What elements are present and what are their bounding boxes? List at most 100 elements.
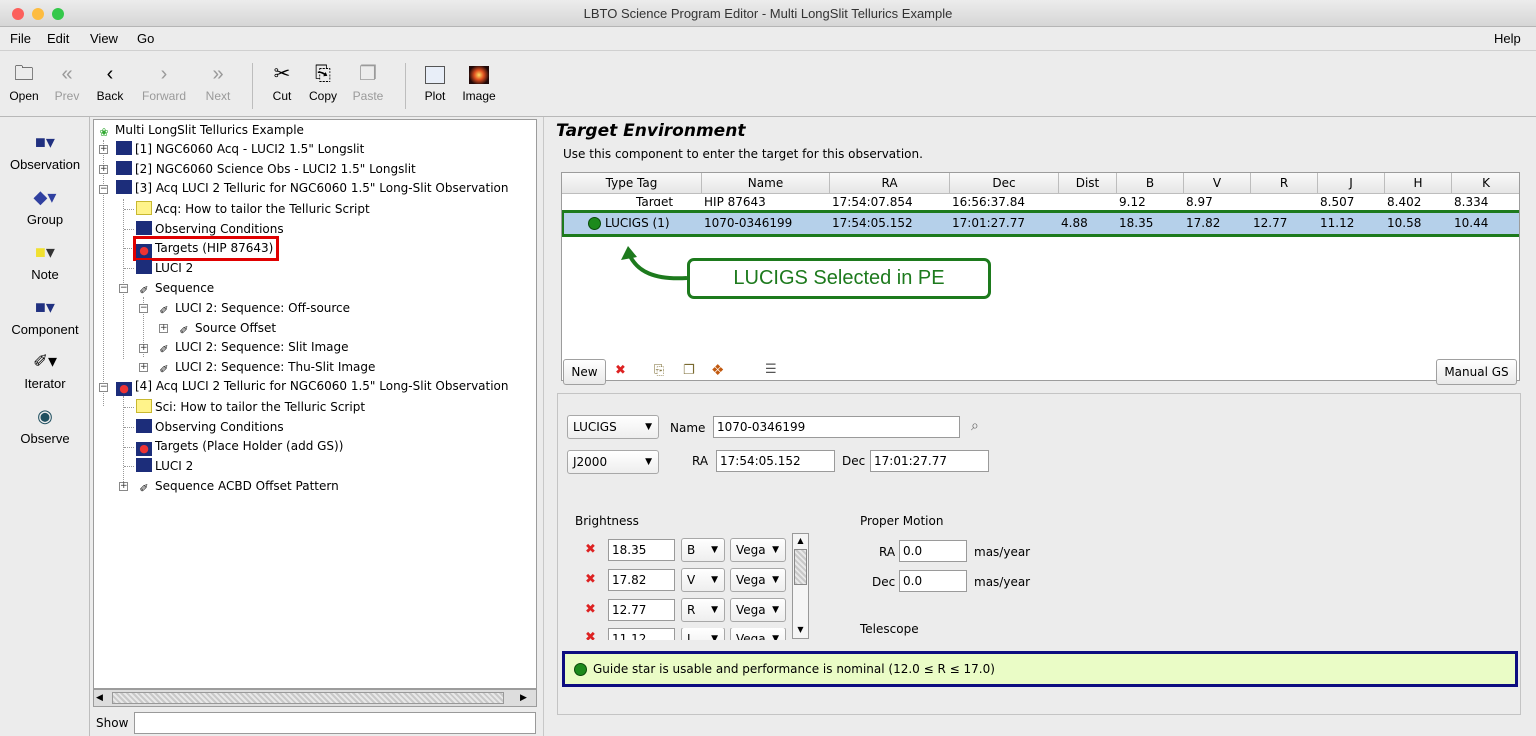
magnitude-field[interactable]: 12.77 (608, 599, 675, 621)
expand-toggle[interactable]: + (159, 324, 168, 333)
close-window-button[interactable] (12, 8, 24, 20)
search-icon[interactable]: ⌕ (971, 418, 979, 434)
column-header[interactable]: Type Tag (562, 173, 702, 194)
collapse-toggle[interactable]: − (99, 383, 108, 392)
tree-item-targets[interactable]: ● Targets (Place Holder (add GS)) (136, 437, 343, 456)
expand-toggle[interactable]: + (99, 165, 108, 174)
forward-button[interactable]: › Forward (136, 63, 192, 103)
dec-field[interactable]: 17:01:27.77 (870, 450, 989, 472)
palette-observation[interactable]: ■▾ Observation (0, 129, 90, 172)
mag-system-select[interactable]: Vega ▼ (730, 598, 786, 622)
column-header[interactable]: Dec (950, 173, 1059, 194)
column-header[interactable]: Dist (1059, 173, 1117, 194)
image-button[interactable]: Image (459, 63, 499, 103)
delete-icon[interactable]: ✖ (615, 363, 626, 378)
tree-item-obs-2[interactable]: [2] NGC6060 Science Obs - LUCI2 1.5" Lon… (116, 160, 416, 179)
column-header[interactable]: Name (702, 173, 830, 194)
table-row-selected[interactable]: LUCIGS (1) 1070-0346199 17:54:05.152 17:… (562, 210, 1519, 237)
band-select[interactable]: J ▼ (681, 628, 725, 640)
palette-group[interactable]: ◆▾ Group (0, 184, 90, 227)
next-button[interactable]: » Next (200, 63, 236, 103)
show-filter-input[interactable] (134, 712, 536, 734)
band-select[interactable]: R ▼ (681, 598, 725, 622)
coord-system-select[interactable]: J2000 ▼ (567, 450, 659, 474)
column-header[interactable]: R (1251, 173, 1318, 194)
copy-icon[interactable]: ⎘ (654, 363, 664, 378)
band-select[interactable]: V ▼ (681, 568, 725, 592)
tree-item-obs-1[interactable]: [1] NGC6060 Acq - LUCI2 1.5" Longslit (116, 140, 364, 159)
tree-item-sequence[interactable]: ✐ Sequence ACBD Offset Pattern (136, 477, 338, 496)
scroll-left-icon[interactable]: ◀ (96, 692, 108, 704)
back-button[interactable]: ‹ Back (94, 63, 126, 103)
magnitude-field[interactable]: 11.12 (608, 628, 675, 640)
magnitude-field[interactable]: 17.82 (608, 569, 675, 591)
menu-help[interactable]: Help (1494, 31, 1521, 46)
remove-magnitude-icon[interactable]: ✖ (585, 602, 596, 617)
palette-component[interactable]: ■▾ Component (0, 294, 90, 337)
tree-item-source-offset[interactable]: ✐ Source Offset (176, 319, 276, 338)
expand-toggle[interactable]: + (119, 482, 128, 491)
expand-toggle[interactable]: + (99, 145, 108, 154)
tree-item-note[interactable]: Sci: How to tailor the Telluric Script (136, 398, 365, 417)
tree-root[interactable]: ❀ Multi LongSlit Tellurics Example (96, 121, 304, 140)
ra-field[interactable]: 17:54:05.152 (716, 450, 835, 472)
manual-gs-button[interactable]: Manual GS (1436, 359, 1517, 385)
brightness-scrollbar[interactable]: ▲ ▼ (792, 533, 809, 639)
list-icon[interactable]: ☰ (765, 362, 777, 377)
paste-button[interactable]: ❐ Paste (349, 63, 387, 103)
plot-button[interactable]: Plot (420, 63, 450, 103)
collapse-toggle[interactable]: − (119, 284, 128, 293)
minimize-window-button[interactable] (32, 8, 44, 20)
tree-item-seq-offsource[interactable]: ✐ LUCI 2: Sequence: Off-source (156, 299, 350, 318)
palette-note[interactable]: ■▾ Note (0, 239, 90, 282)
menu-view[interactable]: View (90, 31, 118, 46)
remove-magnitude-icon[interactable]: ✖ (585, 542, 596, 557)
mag-system-select[interactable]: Vega ▼ (730, 628, 786, 640)
table-row[interactable]: Target HIP 87643 17:54:07.854 16:56:37.8… (562, 194, 1519, 206)
scroll-up-icon[interactable]: ▲ (794, 535, 807, 547)
magnitude-field[interactable]: 18.35 (608, 539, 675, 561)
tree-item-conditions[interactable]: Observing Conditions (136, 220, 284, 239)
collapse-toggle[interactable]: − (99, 185, 108, 194)
column-header[interactable]: V (1184, 173, 1251, 194)
column-header[interactable]: RA (830, 173, 950, 194)
tree-item-instrument[interactable]: LUCI 2 (136, 457, 193, 476)
tree-item-obs-4[interactable]: ● [4] Acq LUCI 2 Telluric for NGC6060 1.5… (116, 377, 509, 396)
target-type-select[interactable]: LUCIGS ▼ (567, 415, 659, 439)
new-target-button[interactable]: New (563, 359, 606, 385)
column-header[interactable]: K (1452, 173, 1519, 194)
tree-item-instrument[interactable]: LUCI 2 (136, 259, 193, 278)
menu-edit[interactable]: Edit (47, 31, 69, 46)
mag-system-select[interactable]: Vega ▼ (730, 538, 786, 562)
tree-item-obs-3[interactable]: [3] Acq LUCI 2 Telluric for NGC6060 1.5"… (116, 179, 509, 198)
name-field[interactable]: 1070-0346199 (713, 416, 960, 438)
tree-item-seq-thru-slit[interactable]: ✐ LUCI 2: Sequence: Thu-Slit Image (156, 358, 375, 377)
palette-iterator[interactable]: ✐▾ Iterator (0, 348, 90, 391)
band-select[interactable]: B ▼ (681, 538, 725, 562)
pm-dec-field[interactable]: 0.0 (899, 570, 967, 592)
copy-button[interactable]: ⎘ Copy (305, 63, 341, 103)
tree-item-note[interactable]: Acq: How to tailor the Telluric Script (136, 200, 370, 219)
collapse-toggle[interactable]: − (139, 304, 148, 313)
column-header[interactable]: B (1117, 173, 1184, 194)
duplicate-icon[interactable]: ❖ (711, 361, 724, 379)
pm-ra-field[interactable]: 0.0 (899, 540, 967, 562)
tree-item-targets-selected[interactable]: ● Targets (HIP 87643) (132, 236, 280, 261)
tree-item-conditions[interactable]: Observing Conditions (136, 418, 284, 437)
prev-button[interactable]: «Prev (52, 63, 82, 103)
column-header[interactable]: H (1385, 173, 1452, 194)
open-button[interactable]: 🗀 Open (6, 63, 42, 103)
zoom-window-button[interactable] (52, 8, 64, 20)
scroll-right-icon[interactable]: ▶ (520, 692, 532, 704)
scroll-down-icon[interactable]: ▼ (794, 624, 807, 636)
expand-toggle[interactable]: + (139, 363, 148, 372)
menu-go[interactable]: Go (137, 31, 154, 46)
tree-horizontal-scrollbar[interactable]: ◀ ▶ (93, 689, 537, 707)
column-header[interactable]: J (1318, 173, 1385, 194)
menu-file[interactable]: File (10, 31, 31, 46)
tree-item-seq-slit-image[interactable]: ✐ LUCI 2: Sequence: Slit Image (156, 338, 348, 357)
expand-toggle[interactable]: + (139, 344, 148, 353)
tree-item-sequence[interactable]: ✐ Sequence (136, 279, 214, 298)
palette-observe[interactable]: ◉ Observe (0, 403, 90, 446)
mag-system-select[interactable]: Vega ▼ (730, 568, 786, 592)
